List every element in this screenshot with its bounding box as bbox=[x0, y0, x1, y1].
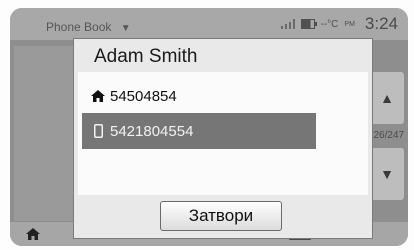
contact-dialog: Adam Smith 54504854 5421804554 Затвори bbox=[74, 39, 372, 238]
phone-number: 54504854 bbox=[110, 87, 177, 105]
dialog-body: 54504854 5421804554 bbox=[78, 72, 368, 195]
battery-icon bbox=[300, 19, 317, 29]
dialog-title: Adam Smith bbox=[94, 46, 198, 67]
phone-number: 5421804554 bbox=[110, 122, 194, 140]
phone-number-row-home[interactable]: 54504854 bbox=[82, 79, 316, 113]
clock-ampm: PM bbox=[344, 20, 355, 28]
scroll-down-button[interactable]: ▼ bbox=[370, 148, 404, 200]
chevron-down-icon: ▼ bbox=[120, 23, 131, 34]
phone-number-row-mobile[interactable]: 5421804554 bbox=[82, 113, 316, 149]
scroll-up-button[interactable]: ▲ bbox=[370, 72, 404, 124]
phonebook-title[interactable]: Phone Book ▼ bbox=[46, 20, 131, 34]
clock: 3:24 bbox=[364, 14, 398, 33]
infotainment-screen: Phone Book ▼ --°C PM 3:24 ▲ 226/247 ▼ Ad… bbox=[10, 8, 408, 246]
mobile-phone-icon bbox=[88, 124, 108, 138]
status-area: --°C PM 3:24 bbox=[280, 14, 398, 34]
temperature-icon: --°C bbox=[320, 18, 339, 30]
signal-icon bbox=[280, 19, 295, 29]
home-icon bbox=[88, 90, 108, 102]
background-header: Phone Book ▼ --°C PM 3:24 bbox=[10, 8, 408, 40]
triangle-up-icon: ▲ bbox=[380, 90, 394, 106]
home-icon bbox=[26, 228, 40, 240]
phonebook-title-label: Phone Book bbox=[46, 20, 112, 34]
close-button[interactable]: Затвори bbox=[160, 201, 282, 231]
triangle-down-icon: ▼ bbox=[380, 166, 394, 182]
home-button[interactable] bbox=[16, 224, 50, 244]
